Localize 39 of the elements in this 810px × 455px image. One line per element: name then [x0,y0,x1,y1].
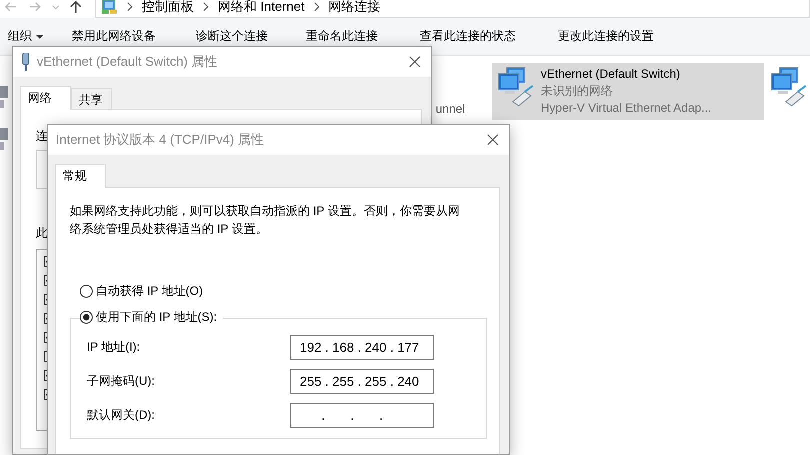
close-icon[interactable] [487,134,499,146]
adapter-name: Hyper-V Virtual Ethernet Adap... [541,100,712,116]
toolbar-button[interactable]: 更改此连接的设置 [558,28,654,45]
window-title: vEthernet (Default Switch) 属性 [37,53,219,71]
field-label: IP 地址(I): [87,339,140,356]
dropdown-caret-icon [36,34,44,38]
connection-item[interactable]: vEthernet (Default Switch) 未识别的网络 Hyper-V Virtual Ethernet Adap... [492,63,764,120]
field-label: 子网掩码(U): [87,373,155,390]
chevron-icon [312,2,321,12]
chevron-icon [202,2,210,12]
radio-button[interactable]: 使用下面的 IP 地址(S): [80,309,224,326]
window-title: Internet 协议版本 4 (TCP/IPv4) 属性 [56,131,266,149]
connection-text: unnel [436,102,466,116]
toolbar-button[interactable]: 查看此连接的状态 [420,28,516,45]
toolbar-button[interactable]: 重命名此连接 [306,28,378,45]
field-label: 连 [36,128,48,144]
ip-input-field[interactable]: 255 . 255 . 255 . 240 [290,369,434,394]
tab[interactable]: 共享 [71,88,112,109]
breadcrumb[interactable]: 控制面板 [142,0,194,16]
radio-button[interactable]: 自动获得 IP 地址(O) [80,283,204,300]
up-arrow-icon[interactable] [70,0,82,14]
network-cable-icon [21,53,31,71]
control-panel-icon [102,0,118,15]
breadcrumb[interactable]: 网络和 Internet [218,0,305,16]
toolbar-button[interactable]: 组织 [8,28,44,45]
toolbar-button[interactable]: 禁用此网络设备 [72,28,156,45]
ip-input-field[interactable]: 192 . 168 . 240 . 177 [290,335,434,360]
connection-status: 未识别的网络 [541,83,614,99]
tab[interactable]: 常规 [55,164,106,188]
tab[interactable]: 网络 [20,86,71,110]
ip-input-field[interactable]: . . . [290,403,434,428]
toolbar-button[interactable]: 诊断这个连接 [196,28,268,45]
field-label: 此 [36,225,48,241]
chevron-icon [126,2,134,12]
close-icon[interactable] [409,56,421,68]
description-text: 如果网络支持此功能，则可以获取自动指派的 IP 设置。否则，你需要从网络系统管理员处获得适当的 IP 设置。 [70,203,461,238]
breadcrumb[interactable]: 网络连接 [328,0,381,16]
field-label: 默认网关(D): [87,407,155,424]
connection-name: vEthernet (Default Switch) [541,66,682,82]
